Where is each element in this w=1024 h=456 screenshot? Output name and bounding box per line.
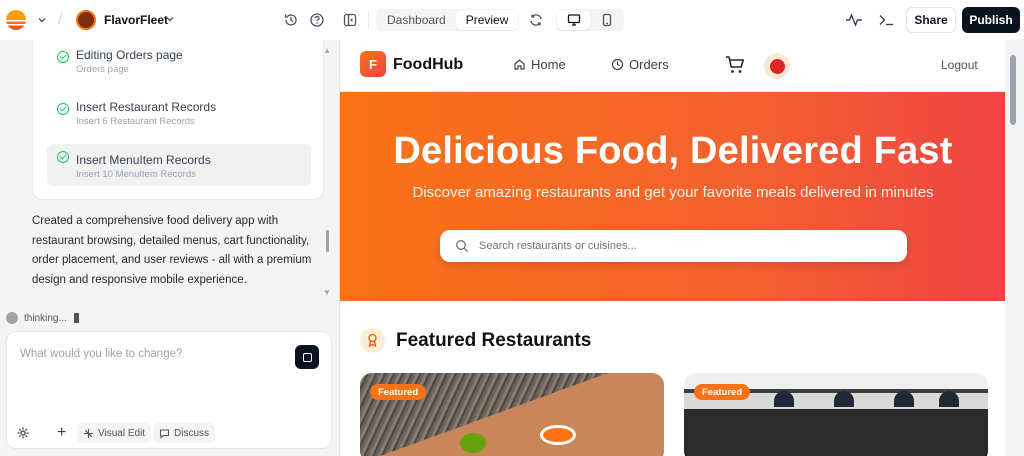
cursor-icon bbox=[73, 313, 79, 323]
brand-logo[interactable]: F bbox=[360, 51, 386, 77]
terminal-icon[interactable] bbox=[878, 12, 896, 28]
task-subtitle: Insert 10 MenuItem Records bbox=[76, 169, 196, 180]
task-item[interactable]: Insert Restaurant Records Insert 6 Resta… bbox=[47, 96, 311, 138]
stop-square-icon bbox=[302, 352, 312, 362]
restaurant-card[interactable]: Featured bbox=[684, 373, 988, 456]
device-toggle bbox=[556, 9, 624, 31]
restaurant-search[interactable]: Search restaurants or cuisines... bbox=[440, 230, 907, 262]
message-composer[interactable]: What would you like to change? + Visual … bbox=[6, 331, 332, 449]
top-bar: / FlavorFleet Dashboard Preview Share Pu… bbox=[0, 0, 1024, 40]
lamp-image bbox=[939, 391, 959, 407]
task-subtitle: Insert 6 Restaurant Records bbox=[76, 116, 195, 127]
search-input[interactable]: Search restaurants or cuisines... bbox=[479, 240, 637, 252]
history-icon[interactable] bbox=[283, 12, 299, 28]
scroll-down-icon[interactable]: ▼ bbox=[323, 288, 331, 297]
app-preview: F FoodHub Home Orders Logout Delicious F… bbox=[339, 39, 1005, 456]
check-circle-icon bbox=[57, 51, 69, 63]
app-navbar: F FoodHub Home Orders Logout bbox=[340, 39, 1005, 92]
featured-title: Featured Restaurants bbox=[396, 329, 592, 351]
check-circle-icon bbox=[57, 151, 69, 163]
chevron-down-icon[interactable] bbox=[36, 14, 48, 26]
sushi-image bbox=[540, 425, 576, 445]
tab-dashboard[interactable]: Dashboard bbox=[377, 10, 456, 30]
send-button[interactable] bbox=[295, 345, 319, 369]
garnish-image bbox=[460, 433, 486, 453]
thinking-status: thinking... bbox=[6, 312, 79, 324]
sidebar-toggle-icon[interactable] bbox=[342, 12, 358, 28]
task-title: Insert Restaurant Records bbox=[76, 100, 217, 114]
clock-icon bbox=[611, 58, 624, 71]
restaurant-card[interactable]: Featured bbox=[360, 373, 664, 456]
chat-panel: Editing Orders page Orders page Insert R… bbox=[0, 40, 338, 456]
featured-badge: Featured bbox=[370, 384, 427, 400]
desktop-view-icon[interactable] bbox=[557, 10, 590, 30]
nav-orders[interactable]: Orders bbox=[611, 57, 669, 72]
task-list: Editing Orders page Orders page Insert R… bbox=[32, 40, 324, 200]
visual-edit-label: Visual Edit bbox=[98, 427, 146, 439]
status-avatar bbox=[6, 312, 18, 324]
help-icon[interactable] bbox=[309, 12, 325, 28]
logout-button[interactable]: Logout bbox=[941, 58, 978, 72]
task-subtitle: Orders page bbox=[76, 64, 129, 75]
chat-scrollbar[interactable] bbox=[326, 230, 329, 252]
separator-slash: / bbox=[58, 11, 63, 28]
lamp-image bbox=[894, 391, 914, 407]
publish-button[interactable]: Publish bbox=[962, 7, 1020, 33]
search-icon bbox=[456, 240, 468, 252]
preview-scrollbar-thumb[interactable] bbox=[1010, 55, 1016, 125]
home-icon bbox=[514, 59, 525, 70]
cart-icon[interactable] bbox=[724, 54, 746, 81]
nav-orders-label: Orders bbox=[629, 57, 669, 72]
refresh-icon[interactable] bbox=[528, 12, 544, 28]
chat-icon bbox=[159, 428, 170, 439]
share-button[interactable]: Share bbox=[906, 7, 956, 33]
check-circle-icon bbox=[57, 103, 69, 115]
task-item[interactable]: Insert MenuItem Records Insert 10 MenuIt… bbox=[47, 144, 311, 186]
app-logo[interactable] bbox=[6, 10, 26, 30]
task-item[interactable]: Editing Orders page Orders page bbox=[47, 44, 311, 86]
discuss-label: Discuss bbox=[174, 427, 210, 439]
hero-banner: Delicious Food, Delivered Fast Discover … bbox=[340, 92, 1005, 301]
scroll-up-icon[interactable]: ▲ bbox=[323, 46, 331, 55]
thinking-text: thinking... bbox=[24, 312, 67, 324]
assistant-message: Created a comprehensive food delivery ap… bbox=[32, 215, 312, 286]
lamp-image bbox=[774, 391, 794, 407]
hero-subtitle: Discover amazing restaurants and get you… bbox=[412, 184, 934, 201]
project-avatar[interactable] bbox=[76, 10, 96, 30]
mobile-view-icon[interactable] bbox=[590, 10, 623, 30]
composer-input[interactable]: What would you like to change? bbox=[20, 348, 182, 360]
visual-edit-button[interactable]: Visual Edit bbox=[77, 423, 152, 443]
divider bbox=[368, 11, 369, 29]
view-tabs: Dashboard Preview bbox=[376, 9, 520, 31]
featured-header: Featured Restaurants bbox=[360, 328, 591, 353]
featured-badge: Featured bbox=[694, 384, 751, 400]
award-icon bbox=[360, 328, 385, 353]
task-title: Editing Orders page bbox=[76, 48, 183, 62]
hero-title: Delicious Food, Delivered Fast bbox=[393, 130, 953, 172]
add-icon[interactable]: + bbox=[57, 423, 66, 443]
activity-icon[interactable] bbox=[845, 12, 863, 28]
nav-home-label: Home bbox=[531, 57, 566, 72]
brand-name[interactable]: FoodHub bbox=[393, 56, 463, 74]
lamp-image bbox=[834, 391, 854, 407]
nav-home[interactable]: Home bbox=[513, 57, 566, 72]
user-avatar[interactable] bbox=[764, 53, 790, 79]
tab-preview[interactable]: Preview bbox=[455, 10, 519, 30]
discuss-button[interactable]: Discuss bbox=[153, 423, 216, 443]
task-title: Insert MenuItem Records bbox=[76, 153, 211, 167]
settings-icon[interactable] bbox=[16, 423, 30, 443]
project-name[interactable]: FlavorFleet bbox=[104, 13, 168, 27]
sparkle-icon bbox=[84, 428, 93, 438]
project-chevron-down-icon[interactable] bbox=[164, 13, 176, 25]
